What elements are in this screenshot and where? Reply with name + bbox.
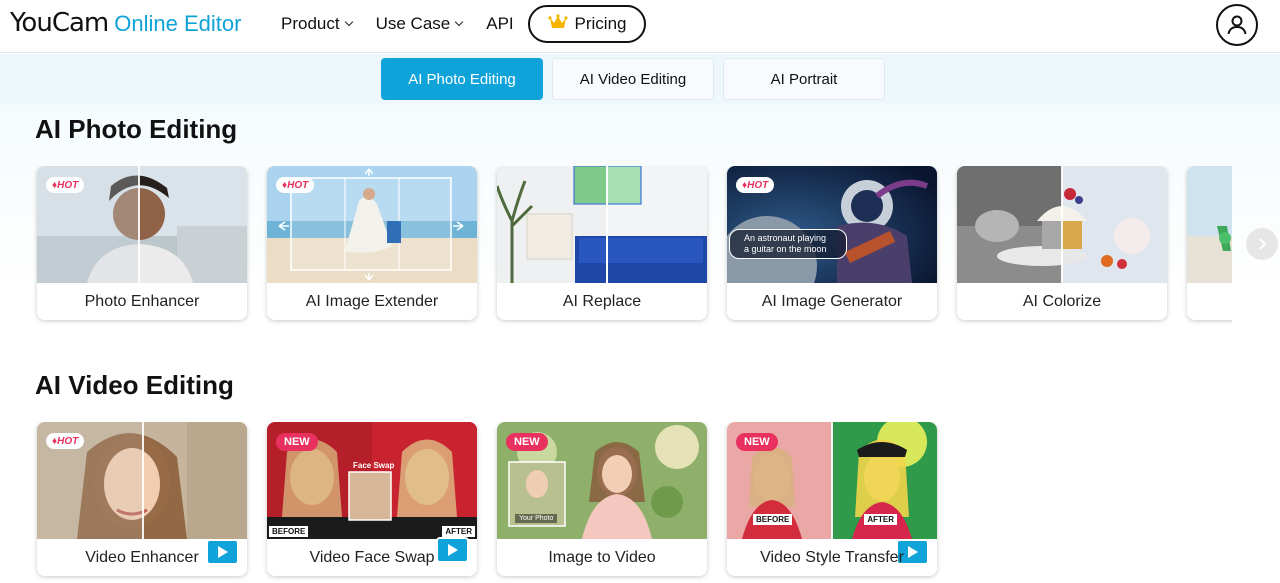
nav-product[interactable]: Product bbox=[281, 14, 353, 34]
chevron-down-icon bbox=[454, 17, 464, 27]
card-label: Video Face Swap bbox=[309, 548, 435, 566]
logo[interactable]: YouCam Online Editor bbox=[10, 8, 241, 38]
tool-card-ai-colorize[interactable]: AI Colorize bbox=[957, 166, 1167, 320]
hot-badge: ♦HOT bbox=[46, 433, 85, 449]
hot-badge: ♦HOT bbox=[276, 177, 315, 193]
tool-card-video-style-transfer[interactable]: BEFORE AFTER NEW Video Style Transfer bbox=[727, 422, 937, 576]
nav-api-label: API bbox=[486, 14, 514, 33]
card-label bbox=[1187, 283, 1232, 320]
tool-card-ai-image-generator[interactable]: An astronaut playing a guitar on the moo… bbox=[727, 166, 937, 320]
card-image bbox=[1187, 166, 1232, 283]
face-swap-caption: Face Swap bbox=[353, 461, 395, 470]
nav-api[interactable]: API bbox=[486, 14, 513, 34]
category-tabs: AI Photo Editing AI Video Editing AI Por… bbox=[0, 54, 1280, 104]
video-tools-row: ♦HOT Video Enhancer Face Swap BEFORE AFT… bbox=[0, 422, 1232, 583]
split-divider bbox=[1061, 166, 1063, 283]
card-image bbox=[497, 166, 707, 283]
prompt-overlay: An astronaut playing a guitar on the moo… bbox=[729, 229, 847, 259]
tool-card-photo-enhancer[interactable]: ♦HOT Photo Enhancer bbox=[37, 166, 247, 320]
tool-card-ai-image-extender[interactable]: ♦HOT AI Image Extender bbox=[267, 166, 477, 320]
nav-product-label: Product bbox=[281, 14, 340, 33]
logo-sub-text: Online Editor bbox=[114, 11, 242, 36]
after-tag: AFTER bbox=[864, 514, 897, 525]
hot-badge: ♦HOT bbox=[736, 177, 775, 193]
tool-card-video-enhancer[interactable]: ♦HOT Video Enhancer bbox=[37, 422, 247, 576]
tool-card-ai-replace[interactable]: AI Replace bbox=[497, 166, 707, 320]
card-label: AI Replace bbox=[562, 292, 642, 310]
nav-use-case[interactable]: Use Case bbox=[375, 14, 464, 34]
user-account-button[interactable] bbox=[1216, 4, 1258, 46]
tab-ai-video-editing[interactable]: AI Video Editing bbox=[552, 58, 714, 100]
pricing-button[interactable]: Pricing bbox=[528, 5, 646, 43]
tool-card-partial[interactable] bbox=[1187, 166, 1232, 320]
top-header: YouCam Online Editor Product Use Case AP… bbox=[0, 0, 1280, 53]
user-icon bbox=[1227, 15, 1247, 35]
card-label: AI Colorize bbox=[1022, 292, 1102, 310]
split-divider bbox=[831, 422, 833, 539]
hot-badge: ♦HOT bbox=[46, 177, 85, 193]
photo-tools-row: ♦HOT Photo Enhancer ♦HOT AI Image Extend… bbox=[0, 166, 1232, 336]
tool-card-video-face-swap[interactable]: Face Swap BEFORE AFTER NEW Video Face Sw… bbox=[267, 422, 477, 576]
card-label: Image to Video bbox=[548, 548, 656, 566]
chevron-right-icon bbox=[1259, 238, 1267, 250]
split-divider bbox=[142, 422, 144, 539]
nav-use-case-label: Use Case bbox=[375, 14, 451, 33]
section-title-video: AI Video Editing bbox=[35, 370, 234, 400]
card-label: AI Image Extender bbox=[305, 292, 439, 310]
new-badge: NEW bbox=[736, 433, 778, 451]
carousel-next-button[interactable] bbox=[1246, 228, 1278, 260]
card-image bbox=[957, 166, 1167, 283]
before-tag: BEFORE bbox=[753, 514, 793, 525]
pricing-label: Pricing bbox=[574, 14, 627, 33]
tool-card-image-to-video[interactable]: Your Photo NEW Image to Video bbox=[497, 422, 707, 576]
after-tag: AFTER bbox=[442, 526, 475, 537]
new-badge: NEW bbox=[276, 433, 318, 451]
chevron-down-icon bbox=[344, 17, 353, 27]
section-title-photo: AI Photo Editing bbox=[35, 114, 238, 144]
card-label: Video Enhancer bbox=[85, 548, 199, 566]
tab-ai-photo-editing[interactable]: AI Photo Editing bbox=[381, 58, 543, 100]
crown-icon bbox=[547, 13, 568, 35]
card-label: AI Image Generator bbox=[761, 292, 903, 310]
card-label: Photo Enhancer bbox=[84, 292, 200, 310]
main-nav: Product Use Case API bbox=[281, 14, 538, 34]
split-divider bbox=[138, 166, 140, 283]
new-badge: NEW bbox=[506, 433, 548, 451]
your-photo-caption: Your Photo bbox=[515, 514, 558, 523]
card-label: Video Style Transfer bbox=[760, 548, 904, 566]
tab-ai-portrait[interactable]: AI Portrait bbox=[723, 58, 885, 100]
before-tag: BEFORE bbox=[269, 526, 309, 537]
logo-main-text: YouCam bbox=[10, 8, 109, 38]
